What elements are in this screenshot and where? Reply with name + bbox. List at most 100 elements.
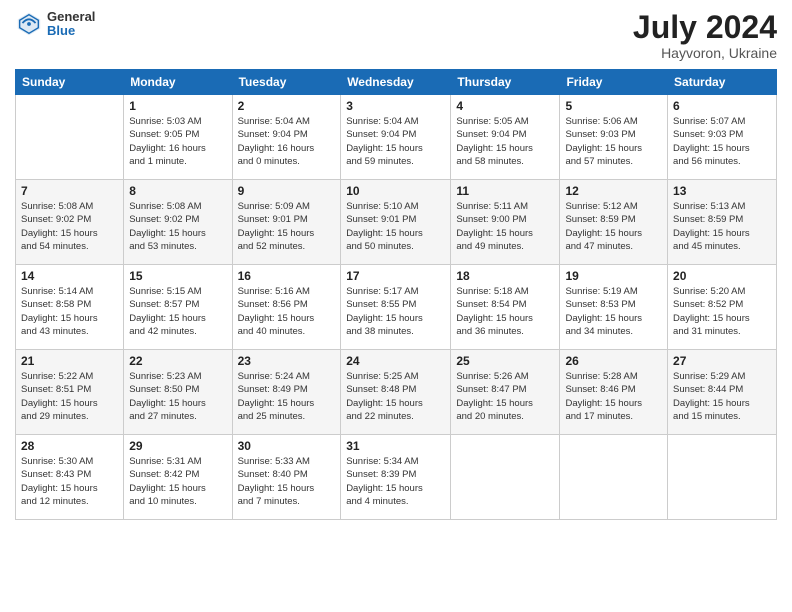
day-number: 22 bbox=[129, 354, 226, 368]
calendar-cell bbox=[16, 95, 124, 180]
col-tuesday: Tuesday bbox=[232, 70, 341, 95]
day-number: 10 bbox=[346, 184, 445, 198]
day-info: Sunrise: 5:04 AM Sunset: 9:04 PM Dayligh… bbox=[346, 115, 445, 168]
header: General Blue July 2024 Hayvoron, Ukraine bbox=[15, 10, 777, 61]
day-number: 29 bbox=[129, 439, 226, 453]
logo-icon bbox=[15, 10, 43, 38]
col-sunday: Sunday bbox=[16, 70, 124, 95]
calendar-cell: 18 Sunrise: 5:18 AM Sunset: 8:54 PM Dayli… bbox=[451, 265, 560, 350]
day-number: 18 bbox=[456, 269, 554, 283]
day-number: 7 bbox=[21, 184, 118, 198]
day-number: 26 bbox=[565, 354, 662, 368]
calendar-cell: 12 Sunrise: 5:12 AM Sunset: 8:59 PM Dayli… bbox=[560, 180, 668, 265]
day-info: Sunrise: 5:17 AM Sunset: 8:55 PM Dayligh… bbox=[346, 285, 445, 338]
day-info: Sunrise: 5:25 AM Sunset: 8:48 PM Dayligh… bbox=[346, 370, 445, 423]
day-info: Sunrise: 5:06 AM Sunset: 9:03 PM Dayligh… bbox=[565, 115, 662, 168]
day-info: Sunrise: 5:29 AM Sunset: 8:44 PM Dayligh… bbox=[673, 370, 771, 423]
calendar-cell: 5 Sunrise: 5:06 AM Sunset: 9:03 PM Daylig… bbox=[560, 95, 668, 180]
logo-text: General Blue bbox=[47, 10, 95, 39]
day-info: Sunrise: 5:04 AM Sunset: 9:04 PM Dayligh… bbox=[238, 115, 336, 168]
day-number: 28 bbox=[21, 439, 118, 453]
logo-blue-text: Blue bbox=[47, 24, 95, 38]
day-number: 13 bbox=[673, 184, 771, 198]
day-info: Sunrise: 5:11 AM Sunset: 9:00 PM Dayligh… bbox=[456, 200, 554, 253]
calendar-cell: 15Sunrise: 5:15 AM Sunset: 8:57 PM Dayli… bbox=[124, 265, 232, 350]
calendar-cell: 13 Sunrise: 5:13 AM Sunset: 8:59 PM Dayli… bbox=[668, 180, 777, 265]
day-info: Sunrise: 5:09 AM Sunset: 9:01 PM Dayligh… bbox=[238, 200, 336, 253]
day-info: Sunrise: 5:16 AM Sunset: 8:56 PM Dayligh… bbox=[238, 285, 336, 338]
calendar-cell: 23 Sunrise: 5:24 AM Sunset: 8:49 PM Dayli… bbox=[232, 350, 341, 435]
day-info: Sunrise: 5:28 AM Sunset: 8:46 PM Dayligh… bbox=[565, 370, 662, 423]
calendar-cell: 28 Sunrise: 5:30 AM Sunset: 8:43 PM Dayli… bbox=[16, 435, 124, 520]
day-info: Sunrise: 5:07 AM Sunset: 9:03 PM Dayligh… bbox=[673, 115, 771, 168]
day-number: 24 bbox=[346, 354, 445, 368]
col-thursday: Thursday bbox=[451, 70, 560, 95]
day-info: Sunrise: 5:18 AM Sunset: 8:54 PM Dayligh… bbox=[456, 285, 554, 338]
day-info: Sunrise: 5:05 AM Sunset: 9:04 PM Dayligh… bbox=[456, 115, 554, 168]
calendar-cell: 14 Sunrise: 5:14 AM Sunset: 8:58 PM Dayli… bbox=[16, 265, 124, 350]
day-number: 23 bbox=[238, 354, 336, 368]
location-subtitle: Hayvoron, Ukraine bbox=[633, 45, 777, 61]
day-number: 25 bbox=[456, 354, 554, 368]
day-number: 2 bbox=[238, 99, 336, 113]
day-number: 3 bbox=[346, 99, 445, 113]
day-info: Sunrise: 5:31 AM Sunset: 8:42 PM Dayligh… bbox=[129, 455, 226, 508]
col-saturday: Saturday bbox=[668, 70, 777, 95]
calendar-header-row: Sunday Monday Tuesday Wednesday Thursday… bbox=[16, 70, 777, 95]
calendar-cell: 25 Sunrise: 5:26 AM Sunset: 8:47 PM Dayli… bbox=[451, 350, 560, 435]
calendar-cell: 20Sunrise: 5:20 AM Sunset: 8:52 PM Dayli… bbox=[668, 265, 777, 350]
day-number: 31 bbox=[346, 439, 445, 453]
col-wednesday: Wednesday bbox=[341, 70, 451, 95]
day-number: 6 bbox=[673, 99, 771, 113]
day-info: Sunrise: 5:23 AM Sunset: 8:50 PM Dayligh… bbox=[129, 370, 226, 423]
day-number: 9 bbox=[238, 184, 336, 198]
col-monday: Monday bbox=[124, 70, 232, 95]
calendar-cell: 26 Sunrise: 5:28 AM Sunset: 8:46 PM Dayli… bbox=[560, 350, 668, 435]
day-info: Sunrise: 5:24 AM Sunset: 8:49 PM Dayligh… bbox=[238, 370, 336, 423]
day-info: Sunrise: 5:08 AM Sunset: 9:02 PM Dayligh… bbox=[129, 200, 226, 253]
logo-general-text: General bbox=[47, 10, 95, 24]
calendar-cell: 30Sunrise: 5:33 AM Sunset: 8:40 PM Dayli… bbox=[232, 435, 341, 520]
day-info: Sunrise: 5:08 AM Sunset: 9:02 PM Dayligh… bbox=[21, 200, 118, 253]
day-info: Sunrise: 5:14 AM Sunset: 8:58 PM Dayligh… bbox=[21, 285, 118, 338]
calendar-cell: 24 Sunrise: 5:25 AM Sunset: 8:48 PM Dayli… bbox=[341, 350, 451, 435]
day-number: 15 bbox=[129, 269, 226, 283]
day-info: Sunrise: 5:13 AM Sunset: 8:59 PM Dayligh… bbox=[673, 200, 771, 253]
calendar-week-row: 21 Sunrise: 5:22 AM Sunset: 8:51 PM Dayli… bbox=[16, 350, 777, 435]
day-number: 21 bbox=[21, 354, 118, 368]
day-info: Sunrise: 5:22 AM Sunset: 8:51 PM Dayligh… bbox=[21, 370, 118, 423]
day-info: Sunrise: 5:30 AM Sunset: 8:43 PM Dayligh… bbox=[21, 455, 118, 508]
calendar-cell bbox=[451, 435, 560, 520]
month-year-title: July 2024 bbox=[633, 10, 777, 45]
calendar-cell: 31 Sunrise: 5:34 AM Sunset: 8:39 PM Dayli… bbox=[341, 435, 451, 520]
calendar-cell: 6 Sunrise: 5:07 AM Sunset: 9:03 PM Daylig… bbox=[668, 95, 777, 180]
day-number: 12 bbox=[565, 184, 662, 198]
day-info: Sunrise: 5:03 AM Sunset: 9:05 PM Dayligh… bbox=[129, 115, 226, 168]
day-number: 20 bbox=[673, 269, 771, 283]
calendar-cell: 2 Sunrise: 5:04 AM Sunset: 9:04 PM Daylig… bbox=[232, 95, 341, 180]
calendar-week-row: 7 Sunrise: 5:08 AM Sunset: 9:02 PM Daylig… bbox=[16, 180, 777, 265]
day-number: 30 bbox=[238, 439, 336, 453]
calendar-cell: 3 Sunrise: 5:04 AM Sunset: 9:04 PM Daylig… bbox=[341, 95, 451, 180]
day-number: 14 bbox=[21, 269, 118, 283]
calendar-cell: 9 Sunrise: 5:09 AM Sunset: 9:01 PM Daylig… bbox=[232, 180, 341, 265]
day-number: 16 bbox=[238, 269, 336, 283]
day-number: 11 bbox=[456, 184, 554, 198]
calendar-cell: 29 Sunrise: 5:31 AM Sunset: 8:42 PM Dayli… bbox=[124, 435, 232, 520]
day-number: 17 bbox=[346, 269, 445, 283]
day-info: Sunrise: 5:10 AM Sunset: 9:01 PM Dayligh… bbox=[346, 200, 445, 253]
day-number: 5 bbox=[565, 99, 662, 113]
day-info: Sunrise: 5:34 AM Sunset: 8:39 PM Dayligh… bbox=[346, 455, 445, 508]
calendar-table: Sunday Monday Tuesday Wednesday Thursday… bbox=[15, 69, 777, 520]
calendar-cell: 17 Sunrise: 5:17 AM Sunset: 8:55 PM Dayli… bbox=[341, 265, 451, 350]
calendar-cell bbox=[560, 435, 668, 520]
calendar-cell: 11 Sunrise: 5:11 AM Sunset: 9:00 PM Dayli… bbox=[451, 180, 560, 265]
calendar-week-row: 14 Sunrise: 5:14 AM Sunset: 8:58 PM Dayli… bbox=[16, 265, 777, 350]
calendar-cell: 27Sunrise: 5:29 AM Sunset: 8:44 PM Dayli… bbox=[668, 350, 777, 435]
day-number: 19 bbox=[565, 269, 662, 283]
calendar-cell: 1Sunrise: 5:03 AM Sunset: 9:05 PM Daylig… bbox=[124, 95, 232, 180]
day-info: Sunrise: 5:12 AM Sunset: 8:59 PM Dayligh… bbox=[565, 200, 662, 253]
day-info: Sunrise: 5:26 AM Sunset: 8:47 PM Dayligh… bbox=[456, 370, 554, 423]
calendar-cell: 21 Sunrise: 5:22 AM Sunset: 8:51 PM Dayli… bbox=[16, 350, 124, 435]
calendar-cell: 19Sunrise: 5:19 AM Sunset: 8:53 PM Dayli… bbox=[560, 265, 668, 350]
